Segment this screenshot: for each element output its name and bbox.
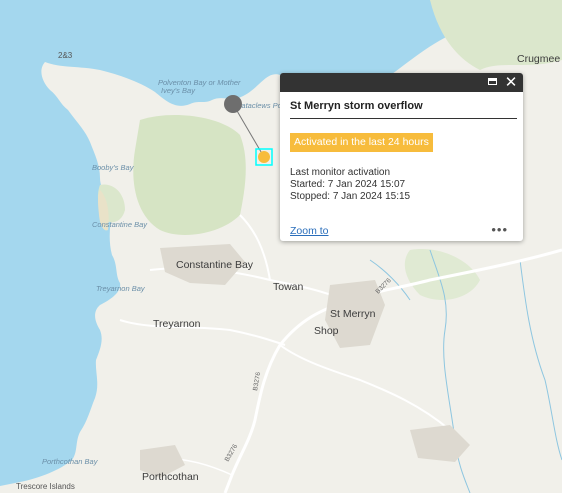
- more-options-icon[interactable]: •••: [491, 222, 508, 237]
- place-label: Shop: [314, 325, 339, 337]
- sea-label: Booby's Bay: [92, 163, 135, 172]
- sea-label: Constantine Bay: [92, 220, 148, 229]
- place-label: Towan: [273, 281, 304, 293]
- place-label: Crugmee: [517, 53, 560, 65]
- maximize-icon[interactable]: [483, 73, 501, 92]
- close-icon[interactable]: ✕: [502, 73, 520, 92]
- green-area: [133, 115, 246, 235]
- stopped-text: Stopped: 7 Jan 2024 15:15: [290, 191, 411, 202]
- popup-anchor: [224, 95, 242, 113]
- storm-overflow-marker[interactable]: [258, 151, 270, 163]
- place-label: St Merryn: [330, 308, 376, 320]
- sea-label: Treyarnon Bay: [96, 284, 146, 293]
- detail-heading: Last monitor activation: [290, 167, 391, 178]
- started-text: Started: 7 Jan 2024 15:07: [290, 179, 406, 190]
- title-divider: [290, 118, 517, 119]
- sea-label: Porthcothan Bay: [42, 457, 99, 466]
- popup: ✕ St Merryn storm overflow Activated in …: [280, 73, 523, 241]
- zoom-to-link[interactable]: Zoom to: [290, 225, 329, 237]
- place-label: 2&3: [58, 51, 73, 60]
- place-label: Trescore Islands: [16, 482, 75, 491]
- popup-header: ✕: [280, 73, 523, 92]
- popup-title: St Merryn storm overflow: [290, 100, 423, 112]
- sea-label: Ivey's Bay: [161, 86, 196, 95]
- place-label: Treyarnon: [153, 318, 201, 330]
- place-label: Porthcothan: [142, 471, 199, 483]
- place-label: Constantine Bay: [176, 259, 254, 271]
- status-badge: Activated in the last 24 hours: [290, 133, 433, 152]
